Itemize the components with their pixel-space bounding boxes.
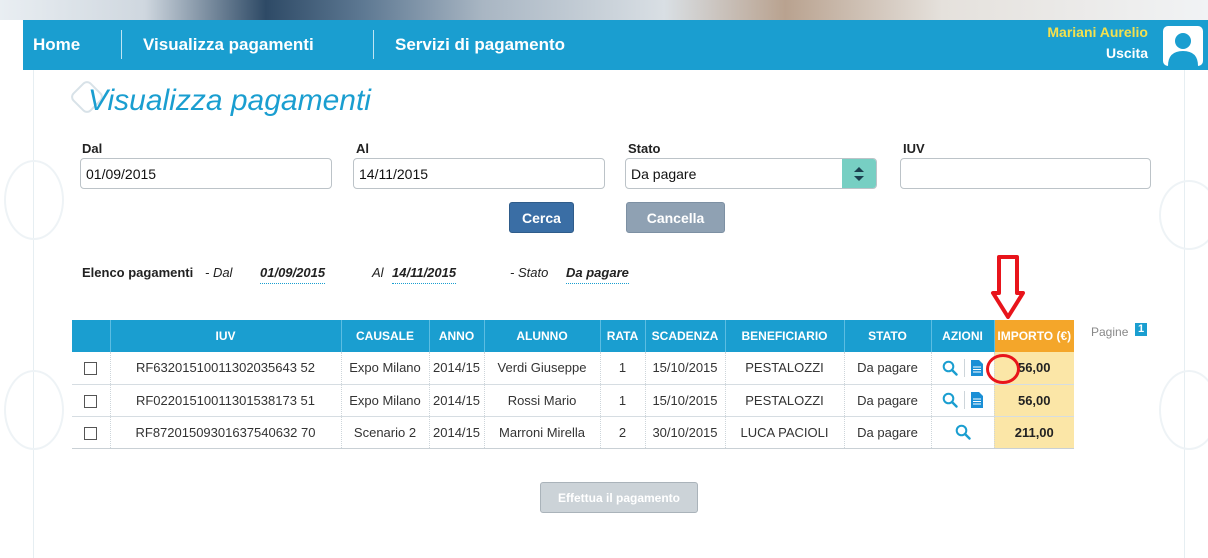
stato-label: Stato	[628, 141, 661, 156]
magnifier-icon[interactable]	[942, 392, 958, 408]
header-anno: ANNO	[429, 320, 485, 352]
dal-label: Dal	[82, 141, 103, 156]
cerca-button[interactable]: Cerca	[509, 202, 574, 233]
summary-dal-value: 01/09/2015	[260, 265, 326, 284]
row-checkbox[interactable]	[84, 394, 98, 408]
header-causale: CAUSALE	[341, 320, 430, 352]
row-checkbox[interactable]	[84, 426, 98, 440]
page-title: Visualizza pagamenti	[88, 84, 371, 117]
pagination-label: Pagine	[1091, 325, 1129, 339]
cell-scadenza: 15/10/2015	[645, 352, 726, 385]
magnifier-icon[interactable]	[955, 424, 971, 440]
navigation-bar: Home Visualizza pagamenti Servizi di pag…	[23, 20, 1208, 70]
cell-iuv: RF63201510011302035643 52	[110, 352, 342, 385]
table-row: RF02201510011301538173 51 Expo Milano 20…	[72, 384, 1074, 417]
annotation-circle	[986, 354, 1020, 384]
cancella-button[interactable]: Cancella	[626, 202, 725, 233]
table-header-row: IUV CAUSALE ANNO ALUNNO RATA SCADENZA BE…	[72, 320, 1074, 352]
iuv-input[interactable]	[900, 158, 1151, 189]
cell-rata: 2	[600, 416, 646, 449]
cell-stato: Da pagare	[844, 352, 932, 385]
cell-beneficiario: PESTALOZZI	[725, 352, 845, 385]
summary-al-label: Al	[372, 265, 384, 280]
magnifier-icon[interactable]	[942, 360, 958, 376]
action-separator	[964, 391, 965, 409]
row-select-cell	[72, 384, 111, 417]
header-stato: STATO	[844, 320, 932, 352]
header-banner	[0, 0, 1208, 20]
stato-select[interactable]: Da pagare	[625, 158, 877, 189]
nav-separator	[373, 30, 374, 59]
header-azioni: AZIONI	[931, 320, 995, 352]
summary-title: Elenco pagamenti	[82, 265, 194, 280]
summary-stato-value: Da pagare	[566, 265, 629, 284]
al-date-input[interactable]	[353, 158, 605, 189]
header-rata: RATA	[600, 320, 646, 352]
cell-iuv: RF02201510011301538173 51	[110, 384, 342, 417]
cell-beneficiario: LUCA PACIOLI	[725, 416, 845, 449]
summary-dal-label: - Dal	[205, 265, 233, 280]
select-arrows-icon[interactable]	[842, 159, 876, 188]
cell-scadenza: 15/10/2015	[645, 384, 726, 417]
row-select-cell	[72, 352, 111, 385]
row-select-cell	[72, 416, 111, 449]
nav-servizi-di-pagamento[interactable]: Servizi di pagamento	[395, 35, 565, 55]
cell-alunno: Verdi Giuseppe	[484, 352, 601, 385]
cell-importo: 56,00	[994, 384, 1074, 417]
cell-importo: 211,00	[994, 416, 1074, 449]
header-importo: IMPORTO (€)	[994, 320, 1074, 352]
stato-select-value: Da pagare	[631, 166, 697, 182]
background-decoration	[1159, 180, 1208, 250]
header-iuv: IUV	[110, 320, 342, 352]
cell-scadenza: 30/10/2015	[645, 416, 726, 449]
cell-azioni	[931, 416, 995, 449]
header-beneficiario: BENEFICIARIO	[725, 320, 845, 352]
pay-button[interactable]: Effettua il pagamento	[540, 482, 698, 513]
avatar-icon[interactable]	[1163, 26, 1203, 66]
cell-rata: 1	[600, 384, 646, 417]
red-down-arrow-icon	[991, 255, 1025, 319]
cell-azioni	[931, 352, 995, 385]
al-label: Al	[356, 141, 369, 156]
nav-visualizza-pagamenti[interactable]: Visualizza pagamenti	[143, 35, 314, 55]
cell-anno: 2014/15	[429, 352, 485, 385]
table-row: RF87201509301637540632 70 Scenario 2 201…	[72, 416, 1074, 449]
background-decoration	[1159, 370, 1208, 450]
cell-iuv: RF87201509301637540632 70	[110, 416, 342, 449]
page-number-button[interactable]: 1	[1135, 323, 1147, 336]
cell-stato: Da pagare	[844, 384, 932, 417]
cell-rata: 1	[600, 352, 646, 385]
summary-stato-label: - Stato	[510, 265, 549, 280]
payments-table: IUV CAUSALE ANNO ALUNNO RATA SCADENZA BE…	[72, 320, 1074, 449]
background-decoration	[4, 160, 64, 240]
cell-alunno: Rossi Mario	[484, 384, 601, 417]
table-row: RF63201510011302035643 52 Expo Milano 20…	[72, 352, 1074, 385]
nav-separator	[121, 30, 122, 59]
cell-anno: 2014/15	[429, 416, 485, 449]
cell-anno: 2014/15	[429, 384, 485, 417]
document-icon[interactable]	[971, 392, 983, 408]
cell-causale: Expo Milano	[341, 352, 430, 385]
document-icon[interactable]	[971, 359, 983, 376]
iuv-label: IUV	[903, 141, 925, 156]
action-separator	[964, 358, 965, 377]
header-select	[72, 320, 111, 352]
header-alunno: ALUNNO	[484, 320, 601, 352]
header-scadenza: SCADENZA	[645, 320, 726, 352]
cell-beneficiario: PESTALOZZI	[725, 384, 845, 417]
background-decoration	[4, 370, 64, 450]
cell-causale: Scenario 2	[341, 416, 430, 449]
logout-link[interactable]: Uscita	[1106, 45, 1148, 61]
cell-causale: Expo Milano	[341, 384, 430, 417]
row-checkbox[interactable]	[84, 362, 98, 376]
dal-date-input[interactable]	[80, 158, 332, 189]
summary-al-value: 14/11/2015	[392, 265, 457, 284]
cell-alunno: Marroni Mirella	[484, 416, 601, 449]
cell-azioni	[931, 384, 995, 417]
nav-home[interactable]: Home	[33, 35, 80, 55]
user-name: Mariani Aurelio	[1047, 24, 1148, 40]
cell-stato: Da pagare	[844, 416, 932, 449]
